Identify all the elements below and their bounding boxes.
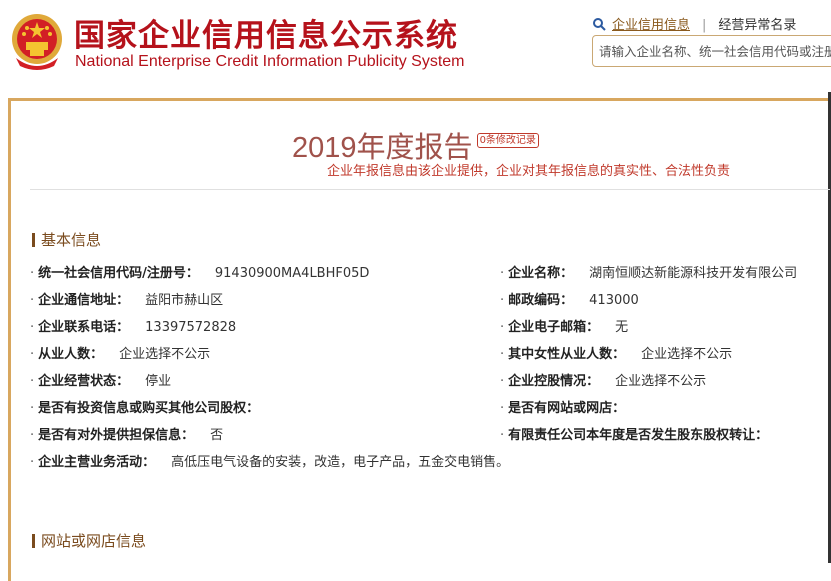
- info-value: 13397572828: [145, 320, 237, 335]
- info-label: 是否有投资信息或购买其他公司股权：: [38, 401, 260, 416]
- bullet: ·: [30, 347, 35, 362]
- info-label: 从业人数：: [38, 347, 104, 362]
- bullet: ·: [30, 428, 35, 443]
- search-icon: [593, 18, 606, 31]
- bullet: ·: [30, 401, 35, 416]
- info-row: · 企业名称： 湖南恒顺达新能源科技开发有限公司: [500, 262, 797, 281]
- bullet: ·: [30, 266, 35, 281]
- info-row: · 企业通信地址： 益阳市赫山区: [30, 289, 223, 308]
- info-label: 企业联系电话：: [38, 320, 130, 335]
- info-label: 企业电子邮箱：: [508, 320, 600, 335]
- info-label: 有限责任公司本年度是否发生股东股权转让：: [508, 428, 769, 443]
- bullet: ·: [500, 266, 505, 281]
- info-label: 是否有网站或网店：: [508, 401, 626, 416]
- bullet: ·: [500, 428, 505, 443]
- bullet: ·: [500, 374, 505, 389]
- info-label: 企业主营业务活动：: [38, 455, 156, 470]
- info-row: · 企业联系电话： 13397572828: [30, 316, 236, 335]
- bullet: ·: [30, 293, 35, 308]
- info-row: · 企业电子邮箱： 无: [500, 316, 628, 335]
- search-input[interactable]: [592, 35, 831, 67]
- info-row: · 从业人数： 企业选择不公示: [30, 343, 210, 362]
- bullet: ·: [30, 374, 35, 389]
- bullet: ·: [500, 401, 505, 416]
- info-label: 企业经营状态：: [38, 374, 130, 389]
- national-emblem-icon: [12, 14, 62, 70]
- info-row: · 邮政编码： 413000: [500, 289, 639, 308]
- bullet: ·: [500, 347, 505, 362]
- link-enterprise-credit[interactable]: 企业信用信息: [612, 18, 690, 33]
- info-value: 企业选择不公示: [615, 374, 707, 389]
- info-row: · 企业经营状态： 停业: [30, 370, 171, 389]
- bullet: ·: [30, 320, 35, 335]
- info-value: 无: [615, 320, 629, 335]
- info-label: 统一社会信用代码/注册号：: [38, 266, 199, 281]
- info-value: 益阳市赫山区: [145, 293, 224, 308]
- section-title-website: 网站或网店信息: [32, 530, 146, 551]
- info-row: · 是否有网站或网店：: [500, 397, 641, 416]
- nav-separator: |: [702, 18, 707, 33]
- site-header: 国家企业信用信息公示系统 National Enterprise Credit …: [0, 0, 831, 92]
- site-title-en: National Enterprise Credit Information P…: [75, 53, 465, 70]
- info-value: 高低压电气设备的安装，改造，电子产品，五金交电销售。: [171, 455, 510, 470]
- report-disclaimer: 企业年报信息由该企业提供，企业对其年报信息的真实性、合法性负责: [326, 164, 730, 179]
- info-row: · 统一社会信用代码/注册号： 91430900MA4LBHF05D: [30, 262, 369, 281]
- section-title-basic-info: 基本信息: [32, 229, 101, 250]
- bullet: ·: [30, 455, 35, 470]
- bullet: ·: [500, 320, 505, 335]
- info-value: 企业选择不公示: [119, 347, 211, 362]
- info-value: 91430900MA4LBHF05D: [214, 266, 370, 281]
- info-row: · 是否有投资信息或购买其他公司股权：: [30, 397, 275, 416]
- info-row: · 其中女性从业人数： 企业选择不公示: [500, 343, 732, 362]
- info-label: 是否有对外提供担保信息：: [38, 428, 195, 443]
- site-title-cn: 国家企业信用信息公示系统: [74, 18, 458, 54]
- info-value: 否: [210, 428, 224, 443]
- info-label: 邮政编码：: [508, 293, 574, 308]
- info-label: 企业通信地址：: [38, 293, 130, 308]
- info-label: 企业名称：: [508, 266, 574, 281]
- info-value: 停业: [145, 374, 172, 389]
- divider: [30, 189, 830, 190]
- info-value: 湖南恒顺达新能源科技开发有限公司: [589, 266, 798, 281]
- modification-records-link[interactable]: 0条修改记录: [476, 133, 539, 148]
- info-label: 企业控股情况：: [508, 374, 600, 389]
- info-value: 413000: [589, 293, 639, 308]
- info-row: · 有限责任公司本年度是否发生股东股权转让：: [500, 424, 784, 443]
- info-row: · 企业主营业务活动： 高低压电气设备的安装，改造，电子产品，五金交电销售。: [30, 451, 509, 470]
- info-row: · 企业控股情况： 企业选择不公示: [500, 370, 706, 389]
- info-label: 其中女性从业人数：: [508, 347, 626, 362]
- bullet: ·: [500, 293, 505, 308]
- info-row: · 是否有对外提供担保信息： 否: [30, 424, 223, 443]
- top-nav: 企业信用信息 | 经营异常名录: [593, 14, 796, 33]
- link-abnormal-list[interactable]: 经营异常名录: [718, 18, 796, 33]
- info-value: 企业选择不公示: [641, 347, 733, 362]
